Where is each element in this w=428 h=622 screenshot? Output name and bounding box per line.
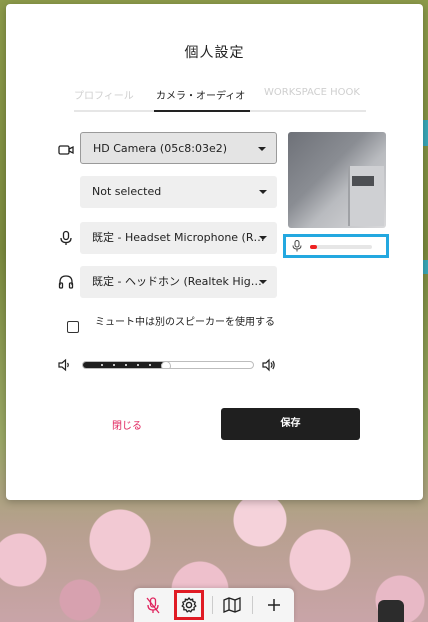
chevron-down-icon bbox=[258, 147, 266, 151]
save-button[interactable]: 保存 bbox=[221, 408, 360, 440]
mute-alt-speaker-label: ミュート中は別のスピーカーを使用する bbox=[95, 317, 275, 328]
volume-slider-tick bbox=[149, 364, 151, 366]
tab-workspace-hook[interactable]: WORKSPACE HOOK bbox=[264, 87, 360, 98]
mic-level-fill bbox=[310, 245, 318, 249]
chevron-down-icon bbox=[259, 190, 267, 194]
volume-slider-tick bbox=[113, 364, 115, 366]
mute-alt-speaker-checkbox[interactable] bbox=[67, 321, 79, 333]
volume-slider-thumb[interactable] bbox=[160, 362, 171, 368]
microphone-icon bbox=[292, 240, 302, 252]
chevron-down-icon bbox=[259, 280, 267, 284]
camera-preview bbox=[288, 132, 386, 228]
speaker-select-value: 既定 - ヘッドホン (Realtek Hig… bbox=[92, 275, 262, 288]
microphone-icon bbox=[60, 230, 72, 245]
mic-level-track bbox=[310, 245, 372, 249]
active-tab-indicator bbox=[154, 110, 250, 112]
preview-scene-detail bbox=[352, 176, 374, 186]
microphone-select-value: 既定 - Headset Microphone (R… bbox=[92, 231, 265, 244]
toolbar-divider bbox=[252, 596, 253, 614]
volume-slider-tick bbox=[137, 364, 139, 366]
dialog-title: 個人設定 bbox=[184, 45, 245, 61]
chevron-down-icon bbox=[259, 236, 267, 240]
preview-scene bbox=[348, 166, 384, 226]
camera-select[interactable]: HD Camera (05c8:03e2) bbox=[80, 132, 277, 164]
volume-slider[interactable] bbox=[82, 361, 254, 369]
volume-slider-tick bbox=[125, 364, 127, 366]
plus-icon[interactable] bbox=[263, 594, 285, 616]
settings-dialog: 個人設定 プロフィール カメラ・オーディオ WORKSPACE HOOK HD … bbox=[6, 4, 423, 500]
volume-slider-tick bbox=[101, 364, 103, 366]
toolbar-divider bbox=[212, 596, 213, 614]
secondary-camera-value: Not selected bbox=[92, 185, 162, 198]
tab-profile[interactable]: プロフィール bbox=[74, 87, 134, 102]
bottom-toolbar bbox=[134, 588, 294, 622]
volume-high-icon bbox=[262, 358, 275, 372]
avatar[interactable] bbox=[378, 600, 404, 622]
mic-level-meter bbox=[283, 234, 389, 258]
tab-camera-audio[interactable]: カメラ・オーディオ bbox=[156, 87, 245, 102]
map-icon[interactable] bbox=[221, 594, 243, 616]
tab-bar: プロフィール カメラ・オーディオ WORKSPACE HOOK bbox=[74, 84, 366, 112]
speaker-select[interactable]: 既定 - ヘッドホン (Realtek Hig… bbox=[80, 266, 277, 298]
volume-low-icon bbox=[58, 358, 69, 372]
volume-slider-fill bbox=[83, 362, 165, 368]
microphone-select[interactable]: 既定 - Headset Microphone (R… bbox=[80, 222, 277, 254]
close-button[interactable]: 閉じる bbox=[112, 417, 142, 432]
headphones-icon bbox=[58, 275, 74, 289]
secondary-camera-select[interactable]: Not selected bbox=[80, 176, 277, 208]
camera-select-value: HD Camera (05c8:03e2) bbox=[93, 142, 227, 155]
gear-icon[interactable] bbox=[174, 590, 204, 620]
mic-muted-icon[interactable] bbox=[142, 594, 164, 616]
video-camera-icon bbox=[58, 145, 74, 155]
